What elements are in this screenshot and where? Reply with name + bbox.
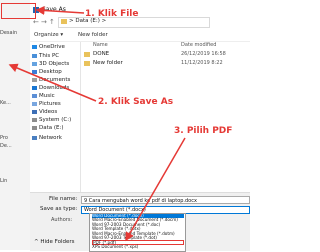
annotation-arrows — [8, 5, 186, 242]
arrow-to-file — [35, 5, 85, 15]
arrow-to-save-as — [8, 63, 97, 102]
arrow-to-pdf — [125, 137, 186, 242]
